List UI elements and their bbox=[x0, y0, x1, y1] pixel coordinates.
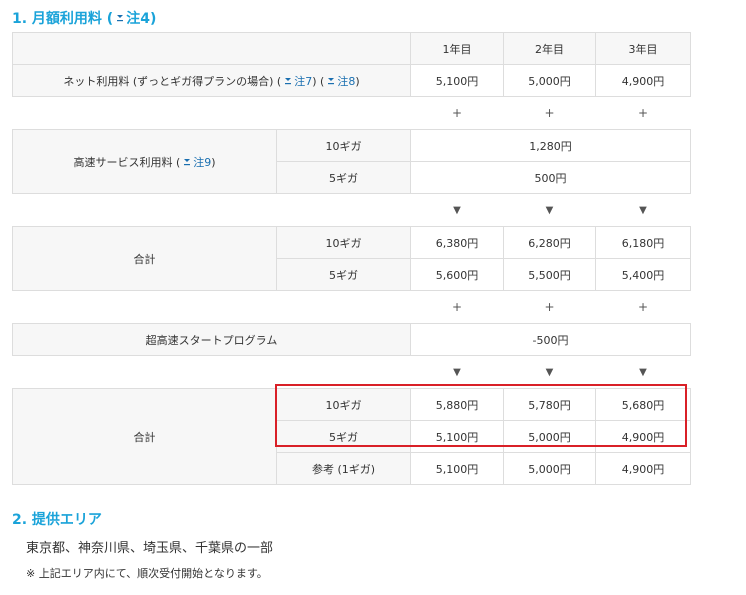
total1-row-10g: 合計 10ギガ 6,380円 6,280円 6,180円 bbox=[12, 226, 691, 291]
down-triangle-icon: ▼ bbox=[545, 366, 554, 378]
total2-row-10g: 合計 10ギガ 5,880円 5,780円 5,680円 bbox=[12, 388, 691, 485]
header-blank-cell bbox=[12, 32, 411, 65]
total-cell: 5,500円 bbox=[503, 258, 596, 291]
note8-link[interactable]: 注8 bbox=[337, 75, 355, 88]
plus-sign: + bbox=[451, 106, 463, 120]
total-cell: 5,100円 bbox=[410, 420, 504, 453]
speed-fee-value: 500円 bbox=[410, 161, 691, 194]
tier-label: 参考 (1ギガ) bbox=[276, 452, 411, 485]
total-cell: 4,900円 bbox=[595, 452, 691, 485]
year2-header: 2年目 bbox=[503, 32, 596, 65]
total-cell: 5,780円 bbox=[503, 388, 596, 421]
tier-label: 5ギガ bbox=[276, 161, 411, 194]
plus-row: + + + bbox=[12, 290, 691, 324]
down-triangle-icon: ▼ bbox=[545, 204, 554, 216]
note7-link[interactable]: 注7 bbox=[294, 75, 312, 88]
speed-fee-value: 1,280円 bbox=[410, 129, 691, 162]
tier-label: 5ギガ bbox=[276, 420, 411, 453]
start-program-row: 超高速スタートプログラム -500円 bbox=[12, 323, 691, 356]
total-cell: 6,280円 bbox=[503, 226, 596, 259]
down-triangle-icon: ▼ bbox=[453, 366, 461, 378]
speed-service-row-10g: 高速サービス利用料 (注9) 10ギガ 1,280円 bbox=[12, 129, 691, 194]
tier-label: 10ギガ bbox=[276, 388, 411, 421]
note9-link[interactable]: 注9 bbox=[193, 156, 211, 169]
total1-label: 合計 bbox=[12, 226, 277, 291]
net-fee-label: ネット利用料 (ずっとギガ得プランの場合) (注7) (注8) bbox=[12, 64, 411, 97]
service-area-note: ※ 上記エリア内にて、順次受付開始となります。 bbox=[26, 567, 268, 580]
year3-header: 3年目 bbox=[595, 32, 691, 65]
total-cell: 5,100円 bbox=[410, 452, 504, 485]
net-fee-year3: 4,900円 bbox=[595, 64, 691, 97]
total-cell: 6,180円 bbox=[595, 226, 691, 259]
arrow-row: ▼ ▼ ▼ bbox=[12, 355, 691, 389]
start-program-value: -500円 bbox=[410, 323, 691, 356]
total-cell: 6,380円 bbox=[410, 226, 504, 259]
plus-sign: + bbox=[637, 106, 649, 120]
arrow-row: ▼ ▼ ▼ bbox=[12, 193, 691, 227]
total-cell: 5,400円 bbox=[595, 258, 691, 291]
total-cell: 5,000円 bbox=[503, 452, 596, 485]
total-cell: 5,680円 bbox=[595, 388, 691, 421]
section-title-service-area: 2. 提供エリア bbox=[12, 512, 102, 528]
note4-link[interactable]: 注4 bbox=[126, 11, 150, 27]
download-arrow-icon bbox=[284, 77, 292, 85]
plus-sign: + bbox=[637, 300, 649, 314]
tier-label: 10ギガ bbox=[276, 129, 411, 162]
plus-sign: + bbox=[451, 300, 463, 314]
download-arrow-icon bbox=[116, 14, 124, 22]
section-title-monthly-fee: 1. 月額利用料 (注4) bbox=[12, 11, 157, 27]
plus-sign: + bbox=[544, 300, 555, 314]
price-table: 1年目 2年目 3年目 ネット利用料 (ずっとギガ得プランの場合) (注7) (… bbox=[12, 32, 691, 485]
download-arrow-icon bbox=[327, 77, 335, 85]
net-fee-row: ネット利用料 (ずっとギガ得プランの場合) (注7) (注8) 5,100円 5… bbox=[12, 64, 691, 97]
total-cell: 5,000円 bbox=[503, 420, 596, 453]
service-area-text: 東京都、神奈川県、埼玉県、千葉県の一部 bbox=[26, 541, 274, 556]
plus-sign: + bbox=[544, 106, 555, 120]
total-cell: 5,600円 bbox=[410, 258, 504, 291]
download-arrow-icon bbox=[183, 158, 191, 166]
total-cell: 5,880円 bbox=[410, 388, 504, 421]
total2-label: 合計 bbox=[12, 388, 277, 485]
start-program-label: 超高速スタートプログラム bbox=[12, 323, 411, 356]
down-triangle-icon: ▼ bbox=[639, 366, 647, 378]
speed-service-label: 高速サービス利用料 (注9) bbox=[12, 129, 277, 194]
total-cell: 4,900円 bbox=[595, 420, 691, 453]
plus-row: + + + bbox=[12, 96, 691, 130]
tier-label: 5ギガ bbox=[276, 258, 411, 291]
table-header-row: 1年目 2年目 3年目 bbox=[12, 32, 691, 65]
down-triangle-icon: ▼ bbox=[453, 204, 461, 216]
net-fee-year2: 5,000円 bbox=[503, 64, 596, 97]
down-triangle-icon: ▼ bbox=[639, 204, 647, 216]
tier-label: 10ギガ bbox=[276, 226, 411, 259]
year1-header: 1年目 bbox=[410, 32, 504, 65]
net-fee-year1: 5,100円 bbox=[410, 64, 504, 97]
